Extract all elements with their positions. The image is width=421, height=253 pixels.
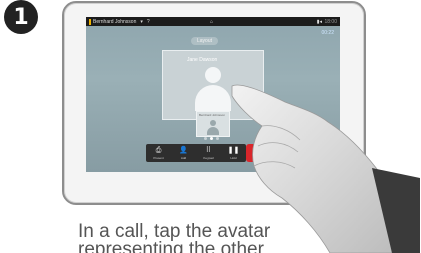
accent-marker — [89, 18, 91, 25]
self-view-pip[interactable]: Bernhard Johnsson — [196, 111, 230, 137]
end-call-button[interactable]: End — [246, 144, 274, 162]
call-control-bar: ⎙ Present 👤 Add ⠿ Keypad ❚❚ Hold — [146, 144, 246, 162]
participant-avatar[interactable] — [195, 67, 231, 111]
camera-icon[interactable]: ▮◂ — [317, 19, 322, 25]
user-name[interactable]: Bernhard Johnsson — [93, 19, 136, 25]
step-number-badge: 1 — [4, 0, 38, 34]
chevron-down-icon[interactable]: ▾ — [140, 19, 143, 25]
pip-label: Bernhard Johnsson — [199, 113, 226, 117]
avatar-head — [205, 67, 221, 83]
top-status-bar: Bernhard Johnsson ▾ ? ⌂ ▮◂ 18:00 — [86, 17, 340, 26]
call-duration-link[interactable]: 00:22 — [321, 30, 334, 36]
hold-icon: ❚❚ — [227, 146, 240, 154]
add-person-icon: 👤 — [179, 146, 188, 154]
participant-name: Jane Dawson — [187, 57, 218, 63]
keypad-label: Keypad — [203, 155, 214, 160]
add-button[interactable]: 👤 Add — [171, 144, 196, 162]
call-screen: Bernhard Johnsson ▾ ? ⌂ ▮◂ 18:00 00:22 L… — [86, 17, 340, 172]
main-video-tile[interactable]: Jane Dawson — [162, 50, 264, 120]
pip-avatar-body — [207, 127, 219, 135]
instruction-caption-line2: representing the other — [78, 240, 264, 253]
clock-time: 18:00 — [324, 18, 337, 25]
present-button[interactable]: ⎙ Present — [146, 144, 171, 162]
hold-button[interactable]: ❚❚ Hold — [221, 144, 246, 162]
layout-button[interactable]: Layout — [191, 37, 219, 45]
page-dot — [216, 137, 219, 140]
page-indicator — [204, 137, 219, 140]
hold-label: Hold — [230, 155, 237, 160]
tablet-device: Bernhard Johnsson ▾ ? ⌂ ▮◂ 18:00 00:22 L… — [62, 1, 366, 205]
add-label: Add — [180, 155, 187, 160]
page-dot — [204, 137, 207, 140]
pip-avatar-head — [210, 120, 216, 126]
page-dot-active — [210, 137, 213, 140]
present-label: Present — [153, 155, 164, 160]
keypad-button[interactable]: ⠿ Keypad — [196, 144, 221, 162]
home-icon[interactable]: ⌂ — [210, 19, 213, 25]
present-icon: ⎙ — [155, 146, 162, 154]
help-icon[interactable]: ? — [147, 19, 150, 25]
caption-clip: representing the other — [70, 240, 350, 253]
keypad-icon: ⠿ — [205, 146, 212, 154]
avatar-body — [195, 85, 231, 111]
